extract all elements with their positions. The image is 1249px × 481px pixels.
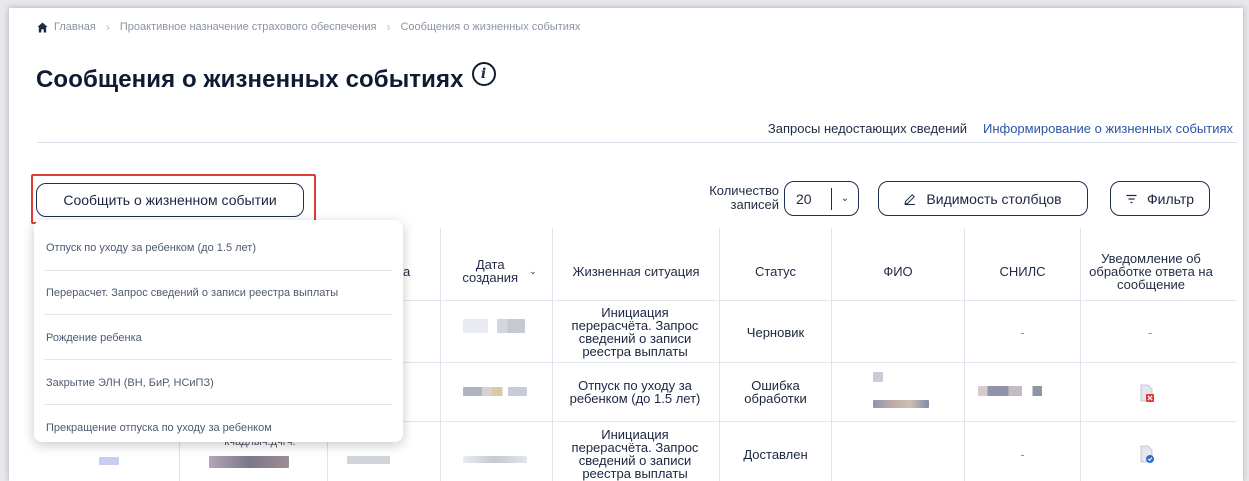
dropdown-divider: [44, 270, 392, 271]
top-links: Запросы недостающих сведений Информирова…: [768, 121, 1233, 136]
created-date-label: Дата создания: [462, 257, 519, 285]
column-header-created-date[interactable]: Дата создания ⌄: [441, 243, 551, 299]
cell-notification: -: [1147, 324, 1153, 340]
divider: [37, 142, 1237, 143]
cell-life-situation: Отпуск по уходу за ребенком (до 1.5 лет): [569, 378, 701, 406]
blurred-name: [873, 400, 929, 408]
filter-icon: [1126, 194, 1137, 203]
column-visibility-button[interactable]: Видимость столбцов: [878, 181, 1088, 216]
breadcrumb-section[interactable]: Проактивное назначение страхового обеспе…: [120, 21, 377, 33]
records-count-value: 20: [796, 190, 812, 207]
dropdown-item-childcare-leave[interactable]: Отпуск по уходу за ребенком (до 1.5 лет): [44, 242, 392, 254]
column-visibility-label: Видимость столбцов: [926, 190, 1062, 207]
cell-life-situation: Инициация перерасчёта. Запрос сведений о…: [571, 427, 699, 481]
column-header-notification: Уведомление об обработке ответа на сообщ…: [1089, 250, 1213, 292]
cell-status: Ошибка обработки: [744, 378, 807, 406]
filter-button[interactable]: Фильтр: [1110, 181, 1210, 216]
breadcrumb: Главная › Проактивное назначение страхов…: [37, 20, 580, 34]
blurred-snils: [978, 386, 1058, 396]
link-missing-info-requests[interactable]: Запросы недостающих сведений: [768, 121, 967, 136]
cell-status: Черновик: [746, 324, 805, 340]
document-delivered-icon[interactable]: [1140, 445, 1154, 463]
column-header-snils: СНИЛС: [999, 263, 1046, 279]
home-icon[interactable]: [37, 21, 48, 33]
blurred-date: [463, 456, 527, 463]
dropdown-item-child-birth[interactable]: Рождение ребенка: [44, 332, 392, 344]
link-life-events-informing[interactable]: Информирование о жизненных событиях: [983, 121, 1233, 136]
cell-status: Доставлен: [743, 446, 808, 462]
page: Главная › Проактивное назначение страхов…: [9, 8, 1243, 481]
blurred-date: [463, 319, 525, 333]
document-error-icon[interactable]: [1140, 384, 1154, 402]
column-divider: [552, 228, 553, 481]
chevron-right-icon: ›: [386, 20, 391, 34]
cell-life-situation: Инициация перерасчёта. Запрос сведений о…: [571, 305, 699, 359]
chevron-down-icon[interactable]: ⌄: [832, 193, 858, 204]
filter-label: Фильтр: [1146, 190, 1195, 207]
dropdown-divider: [44, 404, 392, 405]
dropdown-item-recalculation[interactable]: Перерасчет. Запрос сведений о записи рее…: [44, 287, 392, 299]
records-count-label: Количество записей: [709, 183, 779, 212]
chevron-right-icon: ›: [105, 20, 110, 34]
title-row: Сообщения о жизненных событиях i: [36, 62, 496, 94]
pencil-icon: [904, 193, 916, 205]
info-icon[interactable]: i: [471, 62, 496, 86]
column-header-life-situation: Жизненная ситуация: [572, 263, 700, 279]
cell-snils: -: [1020, 324, 1025, 340]
column-header-status: Статус: [754, 263, 797, 279]
dropdown-divider: [44, 314, 392, 315]
life-event-dropdown: Отпуск по уходу за ребенком (до 1.5 лет)…: [34, 220, 403, 442]
sort-chevron-icon[interactable]: ⌄: [529, 265, 537, 278]
blurred-name: [873, 372, 883, 382]
dropdown-item-eln-closing[interactable]: Закрытие ЭЛН (ВН, БиР, НСиПЗ): [44, 377, 392, 389]
dropdown-divider: [44, 359, 392, 360]
blurred-id: [99, 457, 119, 465]
breadcrumb-current: Сообщения о жизненных событиях: [400, 21, 581, 33]
column-header-fio: ФИО: [883, 263, 913, 279]
blurred-date: [463, 387, 527, 396]
blurred-name: [209, 456, 289, 468]
breadcrumb-home[interactable]: Главная: [54, 21, 96, 33]
highlight-frame: [31, 174, 316, 224]
blurred-partial: [347, 456, 390, 464]
cell-snils: -: [1020, 446, 1025, 462]
dropdown-item-leave-termination[interactable]: Прекращение отпуска по уходу за ребенком: [44, 422, 392, 434]
records-count-select[interactable]: 20 ⌄: [784, 181, 859, 216]
page-title: Сообщения о жизненных событиях: [36, 66, 464, 93]
